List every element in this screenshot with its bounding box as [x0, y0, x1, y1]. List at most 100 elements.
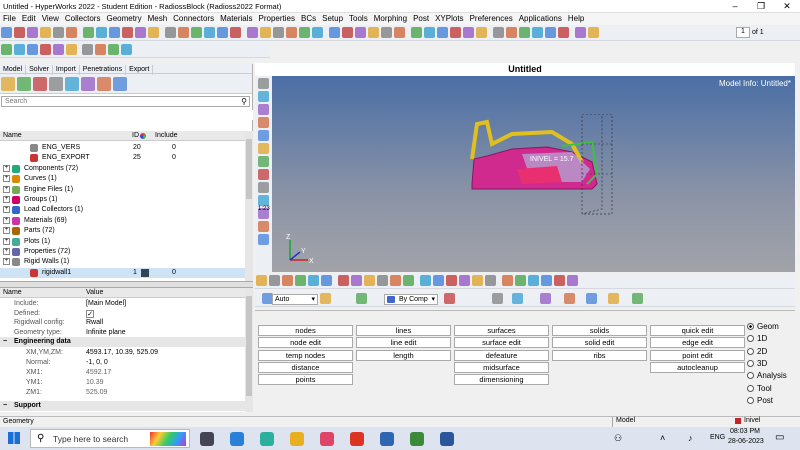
main-tool-icon[interactable]	[476, 27, 487, 38]
main-tool-icon[interactable]	[165, 27, 176, 38]
main-tool-icon[interactable]	[217, 27, 228, 38]
browser-tool-icon[interactable]	[113, 77, 127, 91]
main-tool-icon[interactable]	[96, 27, 107, 38]
edit-tool-icon[interactable]	[82, 44, 93, 55]
browser-tool-icon[interactable]	[17, 77, 31, 91]
chevron-up-icon[interactable]: ˄	[660, 433, 665, 443]
radio-3d[interactable]: 3D	[747, 359, 767, 369]
view-tool-icon[interactable]	[308, 275, 319, 286]
radio-analysis[interactable]: Analysis	[747, 371, 787, 381]
view-tool-icon[interactable]	[485, 275, 496, 286]
expand-icon[interactable]: +	[3, 164, 10, 172]
view-side-tool-icon[interactable]	[258, 143, 269, 154]
view-side-tool-icon[interactable]	[258, 130, 269, 141]
view-tool-icon[interactable]	[269, 275, 280, 286]
panel-surfaces-button[interactable]: surfaces	[454, 325, 549, 336]
panel-ribs-button[interactable]: ribs	[552, 349, 647, 361]
menu-post[interactable]: Post	[410, 13, 432, 25]
panel-surface-edit-button[interactable]: surface edit	[454, 337, 549, 349]
main-tool-icon[interactable]	[519, 27, 530, 38]
main-tool-icon[interactable]	[286, 27, 297, 38]
view-tool-icon[interactable]	[459, 275, 470, 286]
tree-scrollbar[interactable]	[245, 131, 253, 281]
main-tool-icon[interactable]	[1, 27, 12, 38]
panel-length-button[interactable]: length	[356, 349, 451, 361]
main-tool-icon[interactable]	[493, 27, 504, 38]
main-tool-icon[interactable]	[83, 27, 94, 38]
view-tool-icon[interactable]	[256, 275, 267, 286]
panel-solids-button[interactable]: solids	[552, 325, 647, 336]
edit-tool-icon[interactable]	[108, 44, 119, 55]
view-side-tool-icon[interactable]	[258, 221, 269, 232]
view-tool-icon[interactable]	[321, 275, 332, 286]
main-tool-icon[interactable]	[381, 27, 392, 38]
edit-tool-icon[interactable]	[40, 44, 51, 55]
display-tool-icon[interactable]	[540, 293, 551, 304]
expand-icon[interactable]: +	[3, 237, 10, 245]
radio-post[interactable]: Post	[747, 396, 773, 406]
view-tool-icon[interactable]	[528, 275, 539, 286]
panel-solid-edit-button[interactable]: solid edit	[552, 337, 647, 349]
view-tool-icon[interactable]	[567, 275, 578, 286]
view-tool-icon[interactable]	[472, 275, 483, 286]
menu-materials[interactable]: Materials	[217, 13, 255, 25]
view-tool-icon[interactable]	[364, 275, 375, 286]
tree-item[interactable]: + Parts (72)	[0, 226, 245, 236]
view-tool-icon[interactable]	[541, 275, 552, 286]
edit-tool-icon[interactable]	[14, 44, 25, 55]
menu-morphing[interactable]: Morphing	[371, 13, 410, 25]
page-number-field[interactable]: 1	[736, 27, 750, 38]
tab-export[interactable]: Export	[126, 65, 154, 75]
menu-setup[interactable]: Setup	[319, 13, 346, 25]
minimize-button[interactable]: –	[722, 0, 748, 13]
display-tool-icon[interactable]	[512, 293, 523, 304]
clock-time[interactable]: 08:03 PM	[730, 428, 760, 435]
panel-edge-edit-button[interactable]: edge edit	[650, 337, 745, 349]
browser-tool-icon[interactable]	[1, 77, 15, 91]
tree-col-id[interactable]: ID	[132, 131, 139, 141]
view-tool-icon[interactable]	[554, 275, 565, 286]
search-input[interactable]: Search	[5, 98, 27, 105]
speaker-icon[interactable]: ♪	[688, 433, 693, 443]
display-tool-icon[interactable]	[356, 293, 367, 304]
view-tool-icon[interactable]	[377, 275, 388, 286]
panel-node-edit-button[interactable]: node edit	[258, 337, 353, 349]
edit-tool-icon[interactable]	[1, 44, 12, 55]
auto-select[interactable]: Auto ▾	[272, 294, 318, 305]
panel-lines-button[interactable]: lines	[356, 325, 451, 336]
menu-preferences[interactable]: Preferences	[467, 13, 516, 25]
menu-file[interactable]: File	[0, 13, 19, 25]
edit-tool-icon[interactable]	[53, 44, 64, 55]
expand-icon[interactable]: +	[3, 258, 10, 266]
expand-icon[interactable]: +	[3, 185, 10, 193]
display-tool-icon[interactable]	[632, 293, 643, 304]
tree-item[interactable]: ENG_VERS 20 0	[0, 143, 245, 153]
tree-item[interactable]: + Groups (1)	[0, 195, 245, 205]
close-button[interactable]: ✕	[774, 0, 800, 13]
radio-tool[interactable]: Tool	[747, 384, 772, 394]
main-tool-icon[interactable]	[230, 27, 241, 38]
menu-geometry[interactable]: Geometry	[103, 13, 144, 25]
graphics-viewport[interactable]: Model Info: Untitled* INIVEL = 15.7 Z Y …	[272, 76, 795, 272]
main-tool-icon[interactable]	[148, 27, 159, 38]
main-tool-icon[interactable]	[437, 27, 448, 38]
tree-item[interactable]: + Engine Files (1)	[0, 185, 245, 195]
panel-autocleanup-button[interactable]: autocleanup	[650, 361, 745, 373]
view-side-tool-icon[interactable]	[258, 195, 269, 206]
maximize-button[interactable]: ❐	[748, 0, 774, 13]
display-tool-icon[interactable]	[608, 293, 619, 304]
props-scrollbar[interactable]	[245, 288, 253, 412]
browser-tool-icon[interactable]	[97, 77, 111, 91]
view-tool-icon[interactable]	[446, 275, 457, 286]
menu-help[interactable]: Help	[565, 13, 587, 25]
tree-item[interactable]: + Load Collectors (1)	[0, 205, 245, 215]
radio-1d[interactable]: 1D	[747, 334, 767, 344]
panel-midsurface-button[interactable]: midsurface	[454, 361, 549, 373]
menu-tools[interactable]: Tools	[346, 13, 371, 25]
view-side-tool-icon[interactable]	[258, 182, 269, 193]
view-tool-icon[interactable]	[403, 275, 414, 286]
tree-item[interactable]: + Curves (1)	[0, 174, 245, 184]
view-tool-icon[interactable]	[390, 275, 401, 286]
main-tool-icon[interactable]	[260, 27, 271, 38]
clock-date[interactable]: 28-06-2023	[728, 438, 764, 445]
